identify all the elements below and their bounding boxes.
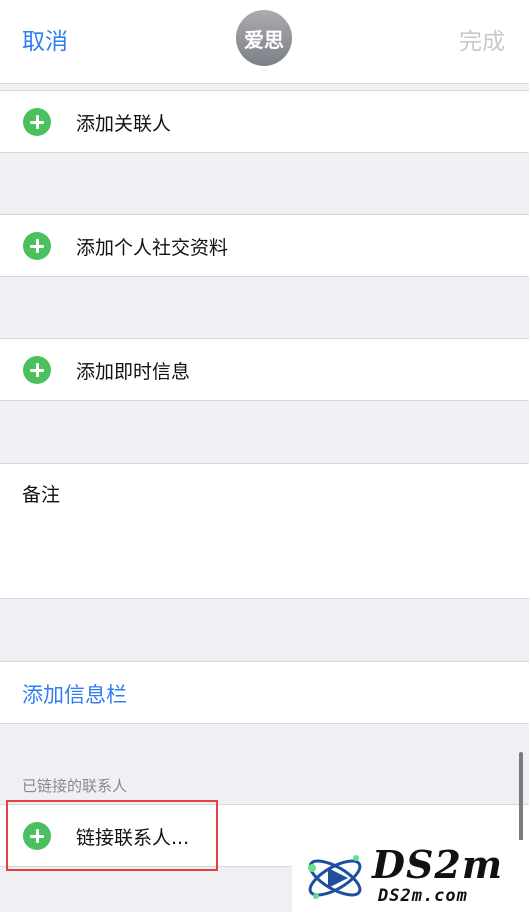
- add-icon[interactable]: [23, 356, 51, 384]
- scrollbar[interactable]: [519, 752, 523, 844]
- nav-bar: 取消 爱思 完成: [0, 0, 529, 84]
- notes-row[interactable]: 备注: [0, 463, 529, 599]
- watermark-url: DS2m.com: [378, 886, 468, 906]
- notes-label: 备注: [22, 484, 61, 506]
- add-instant-message-label: 添加即时信息: [76, 361, 191, 383]
- add-social-profile-label: 添加个人社交资料: [76, 237, 229, 259]
- add-icon[interactable]: [23, 822, 51, 850]
- add-social-profile-row[interactable]: 添加个人社交资料: [0, 214, 529, 277]
- avatar[interactable]: 爱思: [236, 10, 292, 66]
- cancel-button[interactable]: 取消: [22, 22, 68, 56]
- watermark-logo-icon: [308, 855, 362, 899]
- add-icon[interactable]: [23, 108, 51, 136]
- done-button[interactable]: 完成: [459, 22, 505, 56]
- link-contacts-label: 链接联系人...: [76, 827, 190, 849]
- add-related-name-label: 添加关联人: [76, 113, 172, 135]
- add-field-button[interactable]: 添加信息栏: [22, 679, 127, 709]
- notes-input[interactable]: [22, 514, 506, 588]
- add-instant-message-row[interactable]: 添加即时信息: [0, 338, 529, 401]
- add-related-name-row[interactable]: 添加关联人: [0, 90, 529, 153]
- watermark: DS2m DS2m.com: [292, 840, 529, 912]
- watermark-title: DS2m: [372, 842, 504, 887]
- add-icon[interactable]: [23, 232, 51, 260]
- avatar-text: 爱思: [244, 27, 284, 52]
- linked-contacts-header: 已链接的联系人: [22, 777, 128, 795]
- add-field-row[interactable]: 添加信息栏: [0, 661, 529, 724]
